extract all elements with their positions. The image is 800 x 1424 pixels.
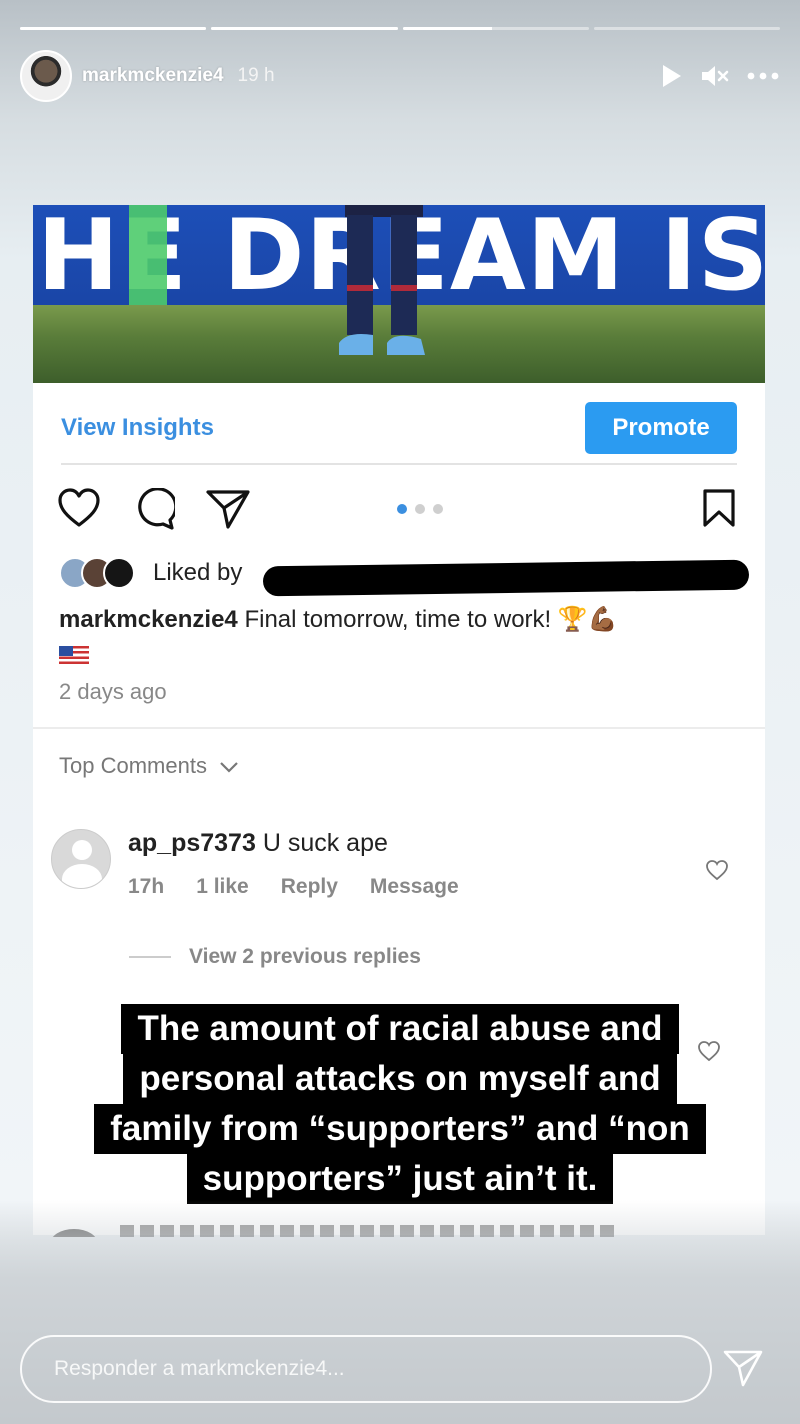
divider [61, 463, 737, 465]
reply-placeholder: Responder a markmckenzie4... [54, 1357, 345, 1380]
avatar [103, 557, 135, 589]
comment-meta: 17h 1 like Reply Message [128, 875, 459, 899]
carousel-dot [415, 504, 425, 514]
like-heart-icon[interactable] [57, 488, 101, 533]
carousel-dot [397, 504, 407, 514]
overlay-line: personal attacks on myself and [123, 1054, 677, 1104]
progress-segment [211, 27, 398, 30]
caption-username[interactable]: markmckenzie4 [59, 606, 238, 633]
progress-segment [593, 27, 780, 30]
overlay-line: family from “supporters” and “non [94, 1104, 706, 1154]
play-icon[interactable] [660, 63, 684, 89]
comment-username[interactable]: ap_ps7373 [128, 829, 256, 857]
carousel-dot [433, 504, 443, 514]
us-flag-icon [59, 645, 89, 664]
avatar[interactable] [20, 50, 72, 102]
comment-like-heart-icon[interactable] [705, 859, 729, 886]
post-timestamp: 2 days ago [59, 679, 167, 704]
comment-reply-button[interactable]: Reply [281, 875, 338, 899]
comment-item: ap_ps7373 U suck ape 17h 1 like Reply Me… [49, 829, 739, 909]
default-avatar[interactable] [51, 829, 111, 889]
header-controls [660, 63, 780, 89]
divider [129, 956, 171, 958]
liked-by-label[interactable]: Liked by [153, 559, 242, 587]
comment-body: U suck ape [262, 829, 388, 857]
comment-text: ap_ps7373 U suck ape [128, 829, 388, 858]
player-legs [339, 205, 425, 355]
top-comments-filter[interactable]: Top Comments [59, 753, 239, 779]
story-username[interactable]: markmckenzie4 [82, 65, 224, 87]
top-comments-label: Top Comments [59, 753, 207, 778]
send-icon[interactable] [722, 1348, 764, 1393]
chevron-down-icon [219, 753, 239, 779]
more-options-icon[interactable] [746, 71, 780, 81]
share-send-icon[interactable] [205, 488, 251, 535]
story-progress [20, 27, 780, 30]
promote-button[interactable]: Promote [585, 402, 737, 454]
bookmark-icon[interactable] [701, 488, 737, 533]
caption-text: Final tomorrow, time to work! 🏆💪🏾 [244, 606, 618, 633]
story-time: 19 h [237, 65, 275, 86]
story-text-overlay: The amount of racial abuse and personal … [0, 1004, 800, 1204]
comment-age: 17h [128, 875, 165, 898]
post-photo: HE DREAM IS [33, 205, 765, 383]
comment-message-button[interactable]: Message [370, 875, 459, 899]
post-caption: markmckenzie4 Final tomorrow, time to wo… [59, 603, 725, 671]
overlay-line: The amount of racial abuse and [121, 1004, 679, 1054]
progress-segment [20, 27, 207, 30]
goalkeeper-legs [129, 205, 167, 305]
post-actions [57, 487, 737, 535]
divider [33, 727, 765, 729]
comment-likes[interactable]: 1 like [196, 875, 249, 899]
reply-input[interactable]: Responder a markmckenzie4... [20, 1335, 712, 1403]
mute-icon[interactable] [700, 63, 730, 89]
insights-row: View Insights Promote [61, 400, 737, 456]
carousel-dots [397, 504, 443, 514]
comment-bubble-icon[interactable] [133, 487, 178, 535]
view-replies-label: View 2 previous replies [189, 945, 421, 968]
overlay-line: supporters” just ain’t it. [186, 1154, 614, 1204]
progress-segment [402, 27, 589, 30]
liker-avatars [59, 557, 135, 589]
view-previous-replies[interactable]: View 2 previous replies [129, 945, 421, 969]
story-header: markmckenzie4 19 h [20, 50, 780, 102]
view-insights-link[interactable]: View Insights [61, 414, 214, 442]
